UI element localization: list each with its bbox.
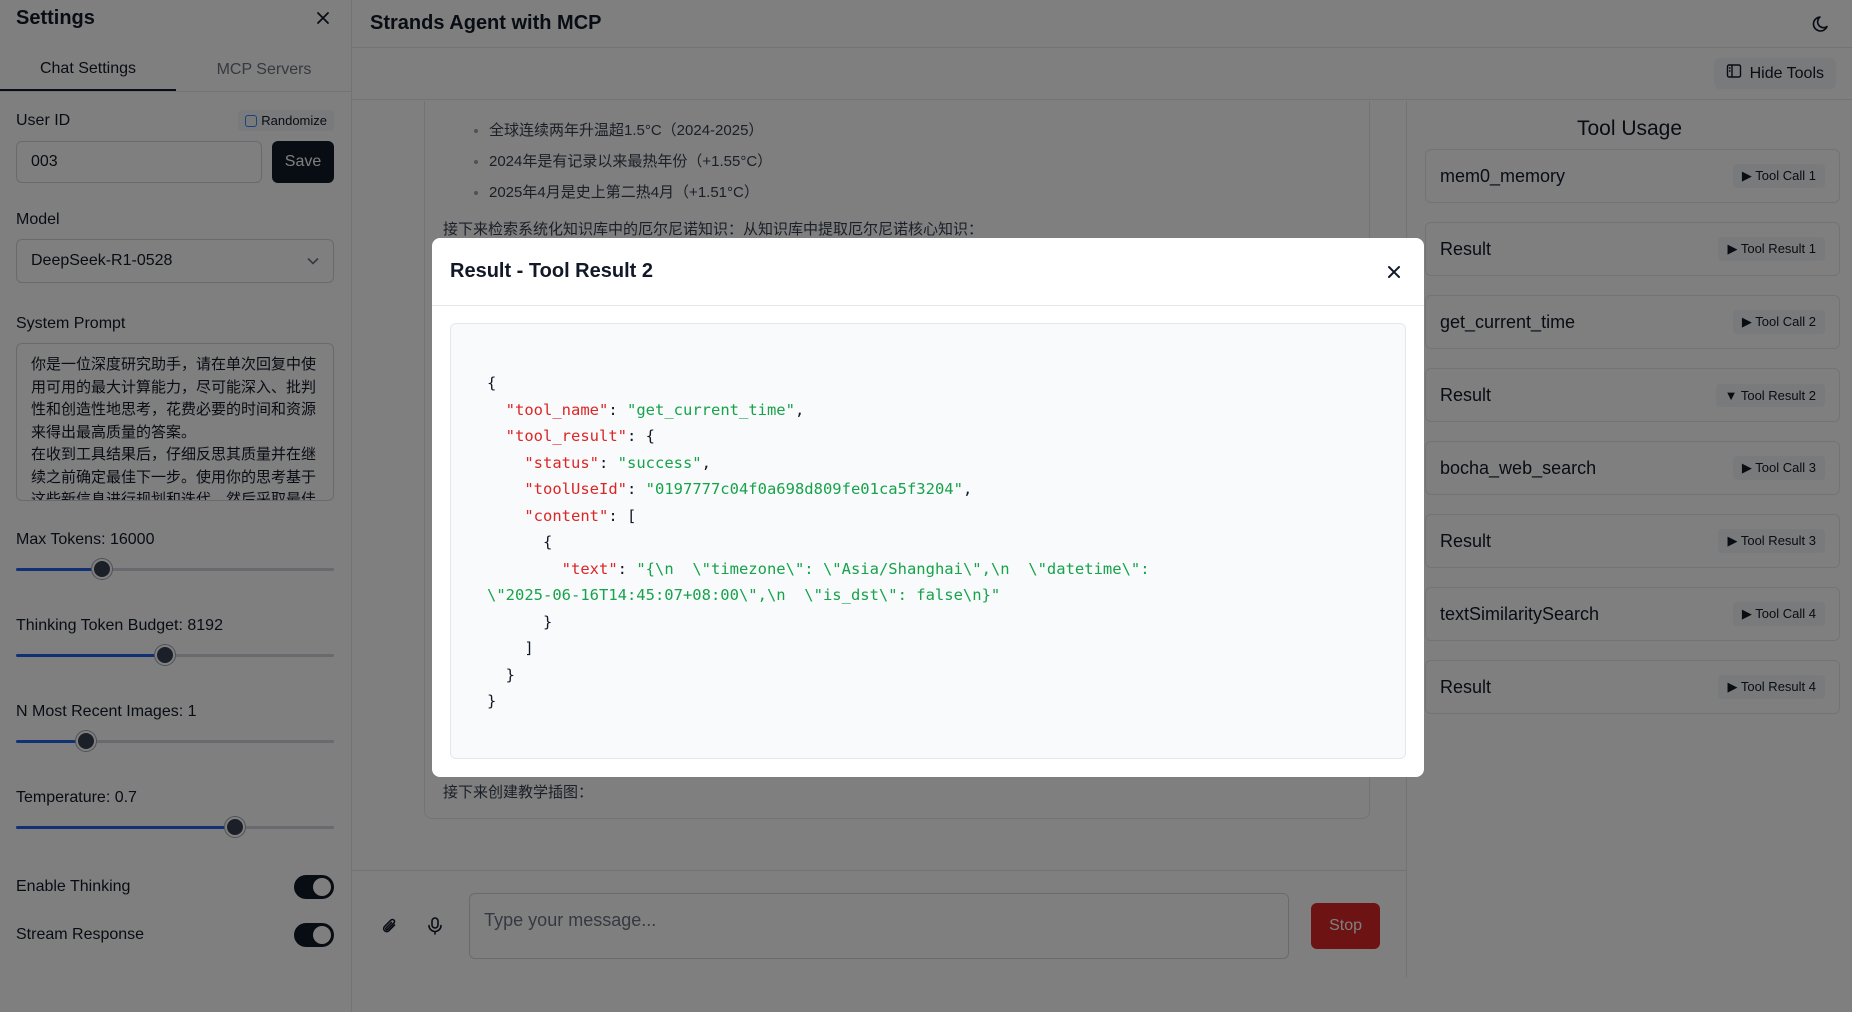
json-key: "status"	[524, 453, 599, 472]
json-value: "{\n \"timezone\": \"Asia/Shanghai\",\n …	[636, 559, 1150, 578]
json-value: "success"	[617, 453, 702, 472]
json-value: "0197777c04f0a698d809fe01ca5f3204"	[645, 480, 963, 498]
json-code: { "tool_name": "get_current_time", "tool…	[487, 374, 1150, 710]
json-key: "tool_result"	[505, 427, 627, 445]
json-key: "tool_name"	[505, 400, 609, 419]
tool-result-modal: Result - Tool Result 2 { "tool_name": "g…	[432, 238, 1424, 777]
json-value: \"2025-06-16T14:45:07+08:00\",\n \"is_ds…	[487, 586, 1001, 604]
modal-header: Result - Tool Result 2	[432, 238, 1424, 306]
json-value: "get_current_time"	[627, 400, 795, 419]
modal-title: Result - Tool Result 2	[450, 260, 653, 282]
json-key: "content"	[524, 506, 609, 525]
json-key: "toolUseId"	[524, 480, 627, 498]
close-icon[interactable]	[1382, 260, 1406, 284]
json-key: "text"	[561, 559, 618, 578]
json-viewer: { "tool_name": "get_current_time", "tool…	[450, 323, 1406, 759]
